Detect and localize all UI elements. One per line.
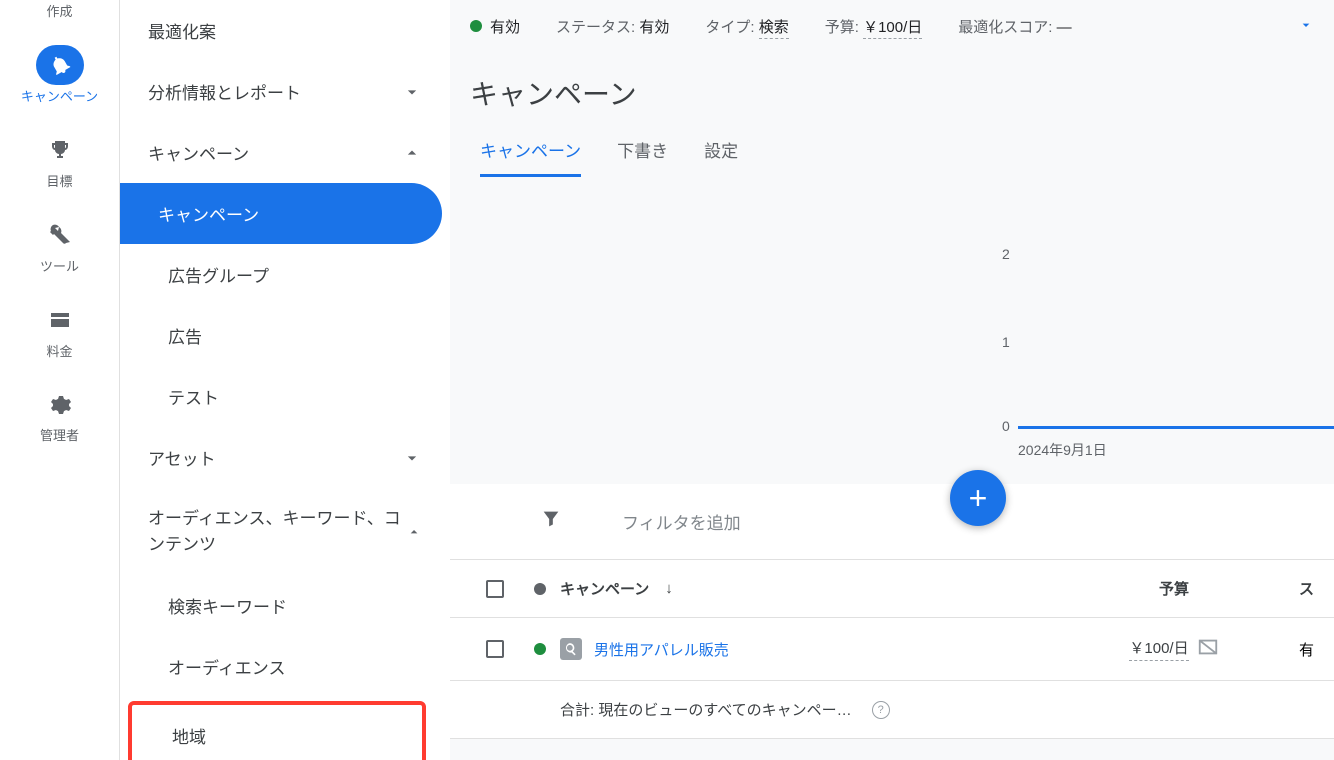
- card-icon: [36, 300, 84, 340]
- nav-location-highlight: 地域: [128, 701, 426, 760]
- chart-ytick: 1: [1002, 334, 1020, 350]
- rail-campaign[interactable]: キャンペーン: [0, 33, 119, 118]
- campaign-link[interactable]: 男性用アパレル販売: [594, 639, 729, 660]
- rail-goal[interactable]: 目標: [0, 118, 119, 203]
- tabs: キャンペーン 下書き 設定: [450, 137, 1334, 194]
- filter-icon: [540, 508, 562, 535]
- status-enabled: 有効: [470, 16, 520, 37]
- left-rail: 作成 キャンペーン 目標 ツール 料金: [0, 0, 120, 760]
- select-all-checkbox[interactable]: [486, 580, 504, 598]
- status-active-icon: [534, 643, 546, 655]
- col-campaign-header[interactable]: キャンペーン ↓: [560, 578, 1074, 599]
- col-budget-header[interactable]: 予算: [1074, 578, 1274, 599]
- nav-adgroup[interactable]: 広告グループ: [120, 244, 450, 305]
- chevron-up-icon: [402, 143, 422, 163]
- chevron-down-icon[interactable]: [1298, 17, 1314, 37]
- chart-disabled-icon: [1197, 636, 1219, 662]
- rail-admin[interactable]: 管理者: [0, 372, 119, 457]
- megaphone-icon: [36, 45, 84, 85]
- total-label: 合計: 現在のビューのすべてのキャンペー…: [560, 699, 852, 720]
- row-status: 有: [1274, 639, 1314, 660]
- status-dot-icon: [470, 20, 482, 32]
- nav-asset[interactable]: アセット: [120, 427, 450, 488]
- tab-settings[interactable]: 設定: [704, 137, 738, 177]
- table-total-row: 合計: 現在のビューのすべてのキャンペー… ?: [450, 681, 1334, 739]
- main-content: 有効 ステータス: 有効 タイプ: 検索 予算: ￥100/日 最適化スコア: …: [450, 0, 1334, 760]
- table-row: 男性用アパレル販売 ￥100/日 有: [450, 618, 1334, 681]
- rail-create[interactable]: 作成: [0, 0, 119, 33]
- arrow-down-icon: ↓: [665, 580, 673, 597]
- tab-draft[interactable]: 下書き: [617, 137, 668, 177]
- add-button[interactable]: +: [950, 470, 1006, 526]
- chart-xlabel: 2024年9月1日: [1018, 440, 1107, 460]
- nav-audience-group[interactable]: オーディエンス、キーワード、コンテンツ: [120, 488, 450, 575]
- nav-optimization[interactable]: 最適化案: [120, 0, 450, 61]
- trophy-icon: [36, 130, 84, 170]
- chart-baseline: [1018, 426, 1334, 429]
- nav-search-keywords[interactable]: 検索キーワード: [120, 575, 450, 636]
- nav-location[interactable]: 地域: [132, 705, 422, 760]
- chevron-down-icon: [402, 82, 422, 102]
- status-field: ステータス: 有効: [556, 16, 669, 37]
- tab-campaign[interactable]: キャンペーン: [480, 137, 581, 177]
- chart-area: 2 1 0 2024年9月1日: [450, 194, 1334, 424]
- filter-bar[interactable]: フィルタを追加: [450, 484, 1334, 560]
- nav-ads[interactable]: 広告: [120, 305, 450, 366]
- chevron-up-icon: [406, 522, 422, 542]
- nav-insights[interactable]: 分析情報とレポート: [120, 61, 450, 122]
- budget-field[interactable]: 予算: ￥100/日: [825, 16, 923, 37]
- campaign-table: フィルタを追加 キャンペーン ↓ 予算 ス 男性用ア: [450, 484, 1334, 739]
- secondary-nav: 最適化案 分析情報とレポート キャンペーン キャンペーン 広告グループ 広告 テ…: [120, 0, 450, 760]
- nav-audience[interactable]: オーディエンス: [120, 636, 450, 697]
- chart-ytick: 2: [1002, 246, 1020, 262]
- nav-campaign-group[interactable]: キャンペーン: [120, 122, 450, 183]
- col-status-header[interactable]: ス: [1274, 578, 1314, 599]
- gear-icon: [36, 384, 84, 424]
- rail-tools[interactable]: ツール: [0, 203, 119, 288]
- optscore-field: 最適化スコア: —: [958, 16, 1071, 37]
- filter-placeholder: フィルタを追加: [622, 509, 741, 534]
- search-type-icon: [560, 638, 582, 660]
- budget-value[interactable]: ￥100/日: [1129, 637, 1188, 661]
- nav-campaign[interactable]: キャンペーン: [120, 183, 442, 244]
- rail-billing[interactable]: 料金: [0, 288, 119, 373]
- plus-icon: +: [969, 480, 988, 517]
- chevron-down-icon: [402, 448, 422, 468]
- tools-icon: [36, 215, 84, 255]
- table-header: キャンペーン ↓ 予算 ス: [450, 560, 1334, 618]
- nav-test[interactable]: テスト: [120, 366, 450, 427]
- page-title: キャンペーン: [450, 45, 1334, 137]
- status-bar: 有効 ステータス: 有効 タイプ: 検索 予算: ￥100/日 最適化スコア: …: [450, 0, 1334, 45]
- type-field: タイプ: 検索: [705, 16, 788, 37]
- info-icon[interactable]: ?: [872, 701, 890, 719]
- status-dot-icon: [534, 583, 546, 595]
- row-checkbox[interactable]: [486, 640, 504, 658]
